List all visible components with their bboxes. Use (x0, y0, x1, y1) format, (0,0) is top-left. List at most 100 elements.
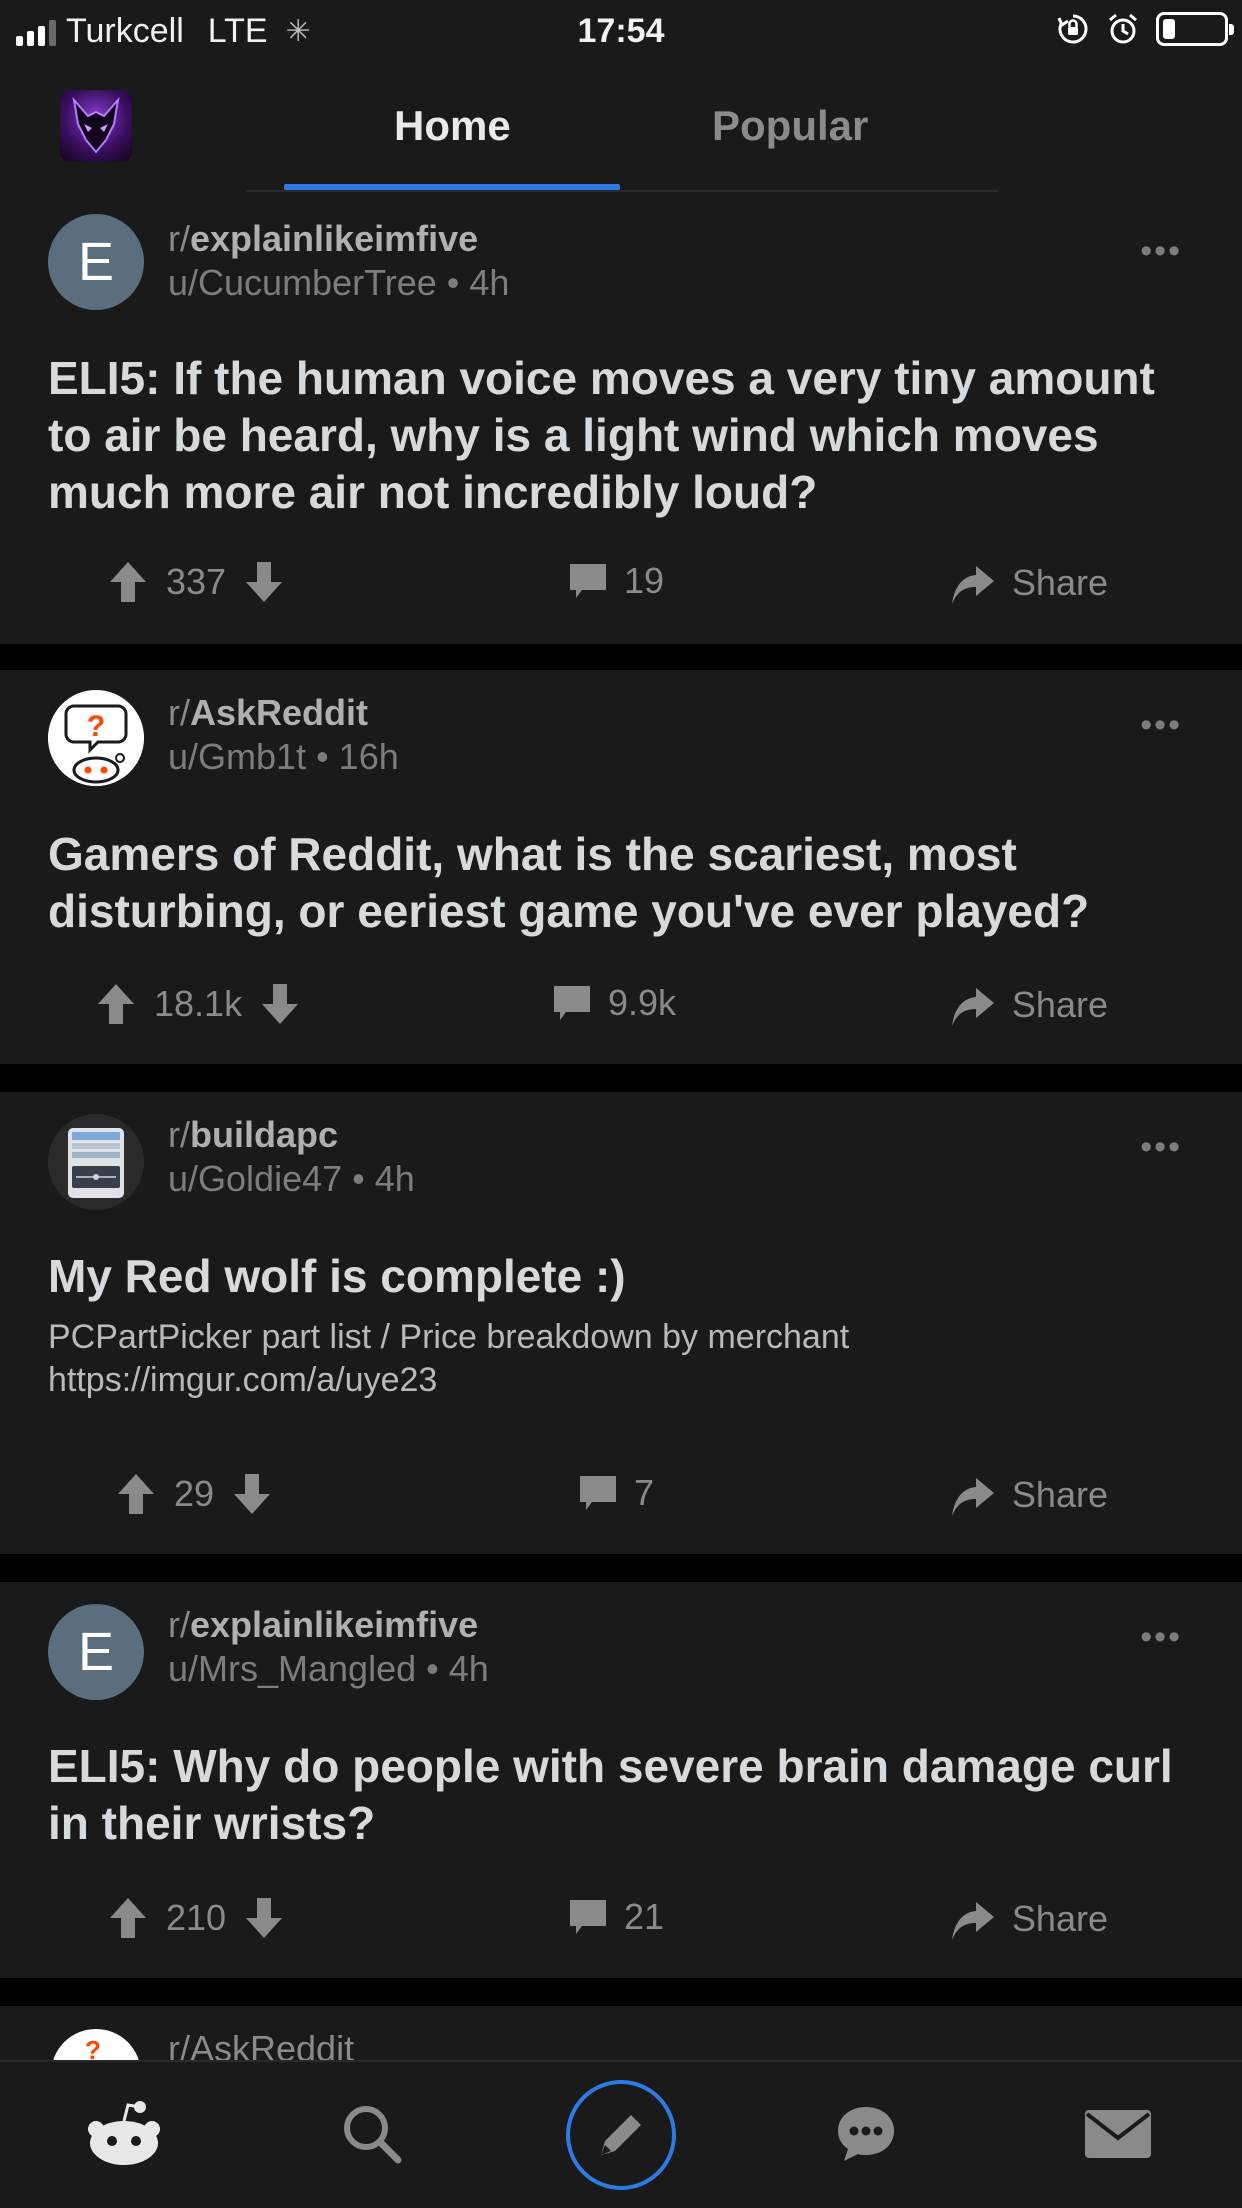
post-author[interactable]: u/Mrs_Mangled (168, 1648, 416, 1689)
comment-icon (554, 986, 590, 1020)
vote-count: 210 (166, 1897, 227, 1938)
vote-count: 18.1k (154, 983, 243, 1024)
more-options-icon[interactable]: ••• (1140, 1618, 1182, 1657)
battery-icon (1156, 12, 1234, 46)
vote-count: 337 (166, 561, 227, 602)
avatar-letter: E (77, 1622, 115, 1682)
post-author[interactable]: u/CucumberTree (168, 262, 437, 303)
comments-button[interactable]: 7 (578, 1472, 654, 1514)
comment-count: 7 (634, 1472, 655, 1513)
pc-tower-icon (48, 1114, 144, 1210)
search-icon (344, 2106, 402, 2164)
post-meta: u/Goldie47 • 4h (168, 1158, 415, 1199)
status-bar: Turkcell LTE ✳ 17:54 (0, 0, 1242, 62)
compose-icon (601, 2115, 641, 2155)
upvote-icon[interactable] (116, 1472, 156, 1516)
nav-inbox[interactable] (1070, 2092, 1166, 2176)
active-tab-indicator (284, 184, 620, 190)
svg-text:?: ? (87, 710, 105, 743)
downvote-icon[interactable] (244, 560, 284, 604)
upvote-icon[interactable] (108, 1896, 148, 1940)
subreddit-avatar[interactable]: E (48, 214, 144, 310)
share-label: Share (1011, 1898, 1108, 1939)
comment-count: 21 (624, 1896, 665, 1937)
avatar-letter: E (77, 232, 115, 292)
post-age: 4h (469, 262, 510, 303)
status-right (1056, 12, 1234, 46)
alarm-icon (1109, 13, 1137, 44)
more-options-icon[interactable]: ••• (1140, 706, 1182, 745)
subreddit-avatar[interactable]: ? (48, 2026, 144, 2060)
nav-home[interactable] (76, 2092, 172, 2176)
share-button[interactable]: Share (950, 1896, 1108, 1942)
comments-button[interactable]: 19 (568, 560, 664, 602)
comment-icon (570, 564, 606, 598)
comment-icon (570, 1900, 606, 1934)
share-button[interactable]: Share (950, 560, 1108, 606)
vote-count: 29 (174, 1473, 215, 1514)
user-avatar[interactable] (60, 90, 132, 162)
post-actions: 18.1k 9.9k Share (0, 982, 1242, 1042)
post-body-text[interactable]: PCPartPicker part list / Price breakdown… (48, 1316, 1198, 1402)
subreddit-name[interactable]: r/buildapc (168, 1114, 338, 1156)
vote-controls: 18.1k (96, 982, 300, 1026)
post-meta: u/CucumberTree • 4h (168, 262, 510, 303)
post-card[interactable]: E r/explainlikeimfive u/CucumberTree • 4… (0, 196, 1242, 644)
share-label: Share (1011, 562, 1108, 603)
question-mark-icon: ? (85, 2035, 101, 2060)
subreddit-avatar[interactable] (48, 1114, 144, 1210)
post-actions: 29 7 Share (0, 1472, 1242, 1532)
post-age: 16h (338, 736, 399, 777)
bottom-navigation (0, 2060, 1242, 2208)
more-options-icon[interactable]: ••• (1140, 232, 1182, 271)
rotation-lock-icon (1057, 14, 1088, 44)
share-label: Share (1011, 1474, 1108, 1515)
share-button[interactable]: Share (950, 1472, 1108, 1518)
chat-icon (838, 2107, 894, 2161)
decepticon-logo-icon (72, 96, 120, 154)
post-title[interactable]: My Red wolf is complete :) (48, 1248, 1208, 1305)
upvote-icon[interactable] (108, 560, 148, 604)
post-author[interactable]: u/Gmb1t (168, 736, 306, 777)
downvote-icon[interactable] (260, 982, 300, 1026)
post-card[interactable]: ? r/AskReddit u/Gmb1t • 16h ••• Gamers o… (0, 670, 1242, 1064)
post-meta: u/Mrs_Mangled • 4h (168, 1648, 489, 1689)
share-icon (951, 1478, 994, 1516)
subreddit-name[interactable]: r/AskReddit (168, 692, 368, 734)
upvote-icon[interactable] (96, 982, 136, 1026)
share-icon (951, 566, 994, 604)
vote-controls: 29 (116, 1472, 272, 1516)
comments-button[interactable]: 21 (568, 1896, 664, 1938)
post-age: 4h (448, 1648, 489, 1689)
mail-icon (1085, 2110, 1151, 2158)
post-card[interactable]: E r/explainlikeimfive u/Mrs_Mangled • 4h… (0, 1582, 1242, 1978)
comments-button[interactable]: 9.9k (552, 982, 676, 1024)
post-card[interactable]: r/buildapc u/Goldie47 • 4h ••• My Red wo… (0, 1092, 1242, 1554)
subreddit-name[interactable]: r/explainlikeimfive (168, 1604, 478, 1646)
subreddit-avatar[interactable]: E (48, 1604, 144, 1700)
tab-home[interactable]: Home (394, 102, 511, 150)
subreddit-name[interactable]: r/AskReddit (168, 2028, 354, 2060)
downvote-icon[interactable] (244, 1896, 284, 1940)
tab-popular[interactable]: Popular (712, 102, 868, 150)
subreddit-name[interactable]: r/explainlikeimfive (168, 218, 478, 260)
more-options-icon[interactable]: ••• (1140, 1128, 1182, 1167)
post-age: 4h (374, 1158, 415, 1199)
nav-search[interactable] (324, 2092, 420, 2176)
comment-count: 19 (624, 560, 665, 601)
downvote-icon[interactable] (232, 1472, 272, 1516)
share-button[interactable]: Share (950, 982, 1108, 1028)
share-label: Share (1011, 984, 1108, 1025)
post-title[interactable]: Gamers of Reddit, what is the scariest, … (48, 826, 1208, 940)
post-title[interactable]: ELI5: If the human voice moves a very ti… (48, 350, 1208, 521)
post-author[interactable]: u/Goldie47 (168, 1158, 342, 1199)
askreddit-snoo-icon: ? (48, 690, 144, 786)
feed-tabs: Home Popular (246, 62, 998, 192)
app-header: Home Popular (0, 62, 1242, 196)
post-title[interactable]: ELI5: Why do people with severe brain da… (48, 1738, 1208, 1852)
nav-chat[interactable] (818, 2092, 914, 2176)
post-card-partial[interactable]: ? r/AskReddit (0, 2006, 1242, 2060)
subreddit-avatar[interactable]: ? (48, 690, 144, 786)
vote-controls: 210 (108, 1896, 284, 1940)
nav-compose[interactable] (566, 2080, 676, 2190)
